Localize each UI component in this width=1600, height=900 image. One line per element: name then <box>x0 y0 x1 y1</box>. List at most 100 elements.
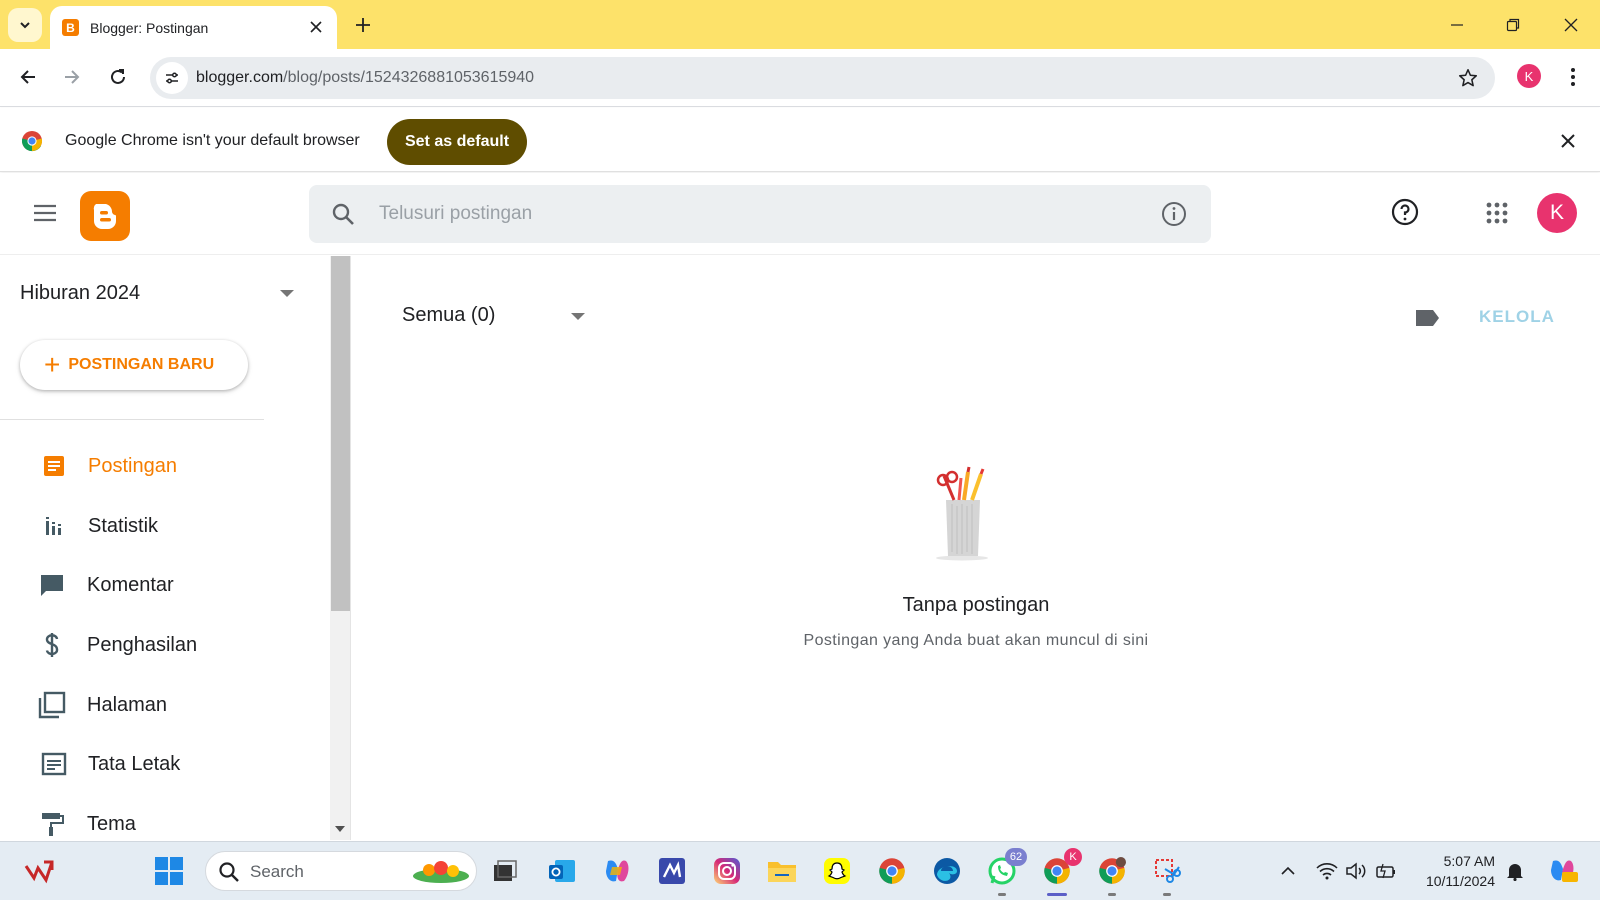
browser-tab[interactable]: B Blogger: Postingan <box>50 6 337 49</box>
blog-name: Hiburan 2024 <box>20 282 141 304</box>
reload-icon <box>111 69 125 84</box>
url-host: blogger.com <box>196 69 284 86</box>
label-icon[interactable] <box>1414 308 1440 333</box>
back-button[interactable] <box>12 61 44 93</box>
taskbar-search-box[interactable]: Search <box>205 851 477 891</box>
chrome-logo-icon <box>21 130 43 157</box>
url-text[interactable]: blogger.com/blog/posts/15243268810536159… <box>196 69 534 87</box>
layout-icon <box>40 750 68 778</box>
running-indicator <box>1108 893 1116 896</box>
edge-app-icon[interactable] <box>930 854 964 888</box>
plus-icon: + <box>44 349 61 380</box>
dollar-icon <box>38 631 66 659</box>
copilot-pre-icon[interactable] <box>1548 859 1578 883</box>
forward-button[interactable] <box>56 61 88 93</box>
battery-icon[interactable] <box>1374 859 1398 883</box>
new-post-button[interactable]: + POSTINGAN BARU <box>20 340 248 390</box>
apps-grid-icon <box>1486 202 1508 224</box>
set-default-button[interactable]: Set as default <box>387 119 527 165</box>
post-filter-dropdown[interactable]: Semua (0) <box>402 304 592 334</box>
visual-studio-app-icon[interactable] <box>655 854 689 888</box>
bookmark-star-button[interactable] <box>1457 67 1479 94</box>
google-apps-button[interactable] <box>1483 199 1511 227</box>
blog-selector[interactable]: Hiburan 2024 <box>20 282 300 312</box>
account-avatar[interactable]: K <box>1537 193 1577 233</box>
chevron-up-icon <box>1281 866 1295 875</box>
snipping-tool-app-icon[interactable] <box>1150 854 1184 896</box>
windows-logo-icon <box>155 857 183 885</box>
instagram-app-icon[interactable] <box>710 854 744 888</box>
sidebar-scrollbar[interactable] <box>330 256 351 840</box>
copilot-app-icon[interactable] <box>600 854 634 888</box>
posts-panel: Semua (0) KELOLA Tanpa postingan Posting… <box>352 256 1600 840</box>
outlook-app-icon[interactable] <box>545 854 579 888</box>
search-icon <box>218 861 240 888</box>
whatsapp-app-icon[interactable]: 62 <box>985 848 1027 896</box>
sidebar-item-label: Tata Letak <box>88 753 181 775</box>
restore-button[interactable] <box>1498 10 1528 40</box>
minimize-icon <box>1451 24 1463 26</box>
chrome-menu-button[interactable] <box>1560 63 1586 91</box>
task-view-icon[interactable] <box>488 854 522 888</box>
sidebar-item-label: Tema <box>87 813 136 835</box>
active-indicator <box>1047 893 1067 896</box>
infobar-close-button[interactable] <box>1557 130 1579 152</box>
site-info-button[interactable] <box>156 62 188 94</box>
search-input[interactable] <box>379 199 1139 229</box>
restore-icon <box>1506 18 1520 32</box>
post-search-box[interactable] <box>309 185 1211 243</box>
sidebar-item-penghasilan[interactable]: Penghasilan <box>0 617 320 673</box>
reload-button[interactable] <box>102 61 134 93</box>
system-clock[interactable]: 5:07 AM 10/11/2024 <box>1415 851 1495 891</box>
file-explorer-app-icon[interactable] <box>765 854 799 888</box>
volume-icon[interactable] <box>1344 859 1368 883</box>
main-menu-button[interactable] <box>30 198 60 228</box>
windows-taskbar: Search 62 K 5:07 AM 10/11/2024 <box>0 841 1600 900</box>
running-indicator <box>1163 893 1171 896</box>
whatsapp-badge: 62 <box>1005 848 1027 866</box>
widgets-app-icon[interactable] <box>22 854 56 888</box>
sidebar-divider <box>0 419 264 420</box>
minimize-button[interactable] <box>1442 10 1472 40</box>
blogger-logo[interactable] <box>80 191 130 241</box>
sidebar-item-komentar[interactable]: Komentar <box>0 557 320 613</box>
close-window-button[interactable] <box>1556 10 1586 40</box>
chrome-app-icon[interactable] <box>875 854 909 888</box>
help-button[interactable] <box>1390 197 1420 227</box>
start-button[interactable] <box>152 854 186 888</box>
empty-state-title: Tanpa postingan <box>902 594 1050 616</box>
chevron-down-icon <box>20 22 30 29</box>
tab-search-button[interactable] <box>8 8 42 42</box>
scroll-down-arrow-icon[interactable] <box>335 826 345 832</box>
help-icon <box>1391 198 1419 226</box>
sidebar-item-statistik[interactable]: Statistik <box>0 498 320 554</box>
scrollbar-thumb[interactable] <box>331 256 350 611</box>
tab-close-button[interactable] <box>307 18 325 36</box>
star-icon <box>1458 68 1478 87</box>
new-tab-button[interactable] <box>350 12 376 38</box>
chrome-profile-app-icon[interactable]: K <box>1040 848 1082 896</box>
sidebar-item-tata-letak[interactable]: Tata Letak <box>0 736 320 792</box>
notification-bell-icon[interactable] <box>1503 859 1527 883</box>
profile-avatar-button[interactable]: K <box>1517 64 1541 88</box>
browser-toolbar: blogger.com/blog/posts/15243268810536159… <box>0 49 1600 107</box>
search-info-button[interactable] <box>1161 201 1187 232</box>
taskbar-search-label: Search <box>250 862 304 881</box>
close-icon <box>310 21 322 33</box>
arrow-left-icon <box>20 70 35 84</box>
sidebar-item-halaman[interactable]: Halaman <box>0 677 320 733</box>
snapchat-app-icon[interactable] <box>820 854 854 888</box>
chrome-profile-2-app-icon[interactable] <box>1095 854 1129 896</box>
dropdown-arrow-icon <box>571 313 585 320</box>
manage-labels-button[interactable]: KELOLA <box>1479 307 1555 327</box>
clock-time: 5:07 AM <box>1443 853 1495 869</box>
default-browser-infobar: Google Chrome isn't your default browser… <box>0 108 1600 172</box>
sidebar-item-postingan[interactable]: Postingan <box>0 438 320 494</box>
sidebar-item-label: Halaman <box>87 694 168 716</box>
wifi-icon[interactable] <box>1315 859 1339 883</box>
posts-icon <box>40 452 68 480</box>
show-hidden-icons-button[interactable] <box>1276 859 1300 883</box>
arrow-right-icon <box>65 70 80 84</box>
address-bar[interactable]: blogger.com/blog/posts/15243268810536159… <box>150 57 1495 99</box>
pencil-cup-illustration <box>924 466 1000 567</box>
